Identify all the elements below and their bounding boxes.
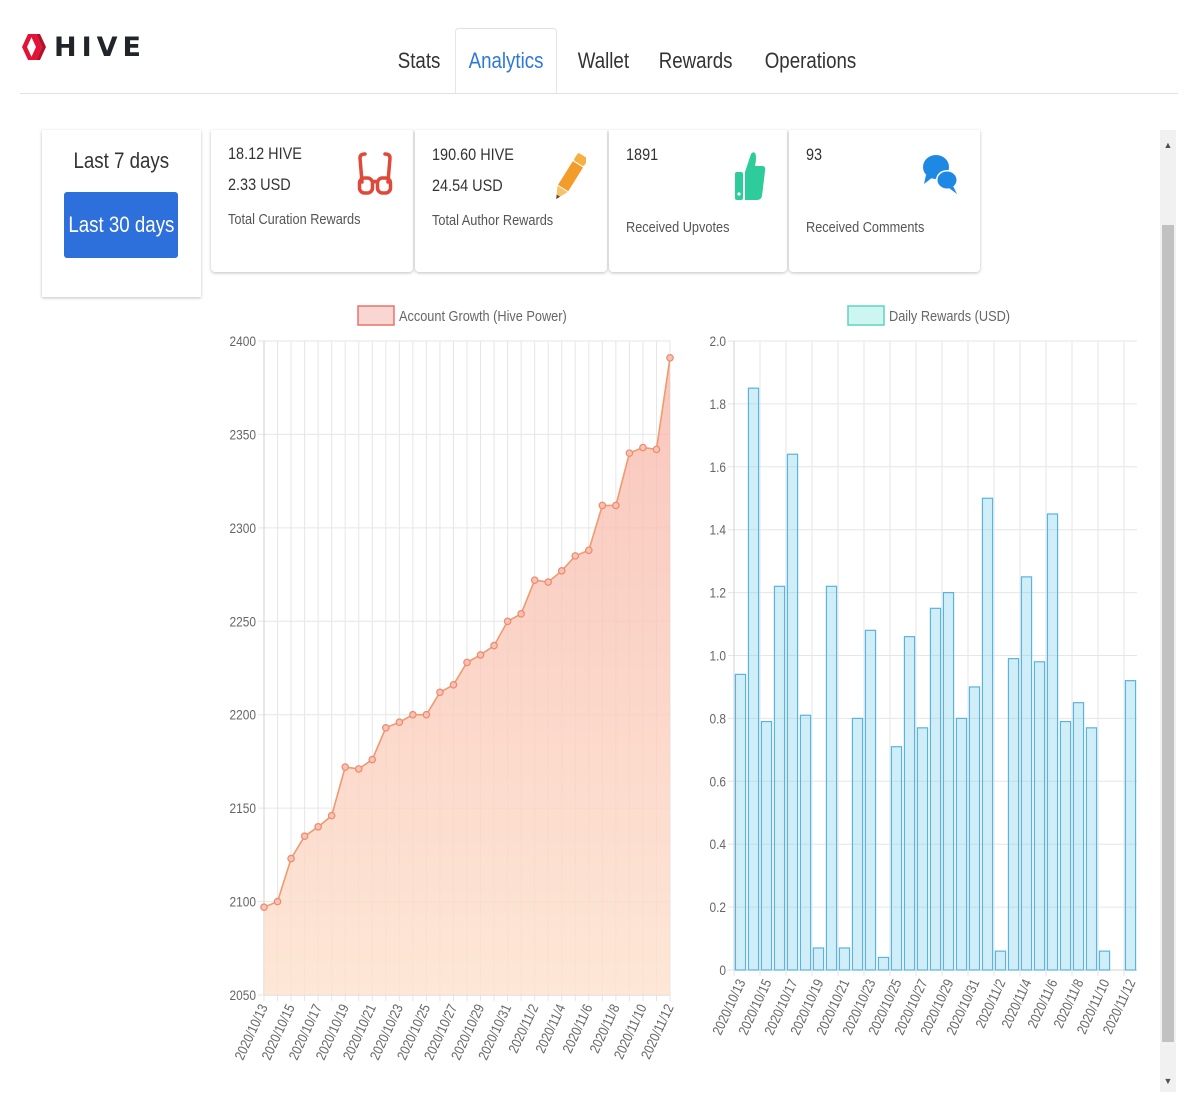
data-point bbox=[354, 765, 363, 773]
data-point bbox=[598, 501, 607, 510]
bar bbox=[1124, 680, 1137, 971]
data-point bbox=[327, 811, 336, 820]
data-point bbox=[395, 718, 404, 726]
daily-rewards-chart: Daily Rewards (USD) 0 0.2 0.4 0.6 0.8 1.0 1.2 1.… bbox=[709, 305, 1139, 1037]
y-tick-label: 2050 bbox=[230, 987, 256, 1003]
y-tick-label: 2.0 bbox=[709, 333, 726, 349]
legend-label: Account Growth (Hive Power) bbox=[399, 307, 567, 324]
y-tick-label: 0.6 bbox=[709, 773, 726, 789]
bar bbox=[1098, 950, 1111, 971]
bar bbox=[929, 607, 942, 971]
bar bbox=[799, 714, 812, 971]
y-tick-label: 2350 bbox=[230, 426, 256, 442]
bar bbox=[760, 720, 773, 971]
y-tick-label: 2150 bbox=[230, 800, 256, 816]
bar bbox=[1085, 727, 1098, 971]
charts-canvas: Account Growth (Hive Power) 2050 2100 2150 2… bbox=[230, 305, 1139, 1062]
data-point bbox=[260, 903, 268, 911]
data-point bbox=[612, 501, 620, 510]
y-tick-label: 2400 bbox=[230, 333, 256, 349]
legend-swatch bbox=[357, 305, 395, 326]
y-tick-label: 0.4 bbox=[709, 836, 726, 852]
data-point bbox=[652, 445, 661, 454]
data-point bbox=[639, 443, 647, 452]
data-point bbox=[666, 354, 674, 362]
data-point bbox=[571, 552, 580, 560]
data-point bbox=[273, 897, 282, 906]
data-point bbox=[300, 832, 309, 840]
y-tick-label: 2100 bbox=[230, 894, 256, 910]
bar bbox=[981, 497, 994, 971]
data-point bbox=[341, 763, 350, 771]
bar bbox=[773, 585, 786, 971]
data-point bbox=[368, 755, 377, 764]
bar bbox=[942, 591, 955, 971]
y-tick-label: 0 bbox=[719, 962, 726, 978]
bar bbox=[877, 956, 890, 971]
data-point bbox=[422, 710, 431, 719]
data-point bbox=[409, 710, 417, 719]
bar bbox=[1059, 720, 1072, 971]
y-tick-label: 1.0 bbox=[709, 648, 726, 664]
data-point bbox=[503, 617, 512, 626]
bar bbox=[955, 717, 968, 971]
data-point bbox=[530, 576, 539, 584]
legend-swatch bbox=[847, 305, 885, 326]
data-point bbox=[625, 449, 634, 457]
y-tick-label: 0.8 bbox=[709, 710, 726, 726]
data-point bbox=[476, 651, 485, 659]
bar bbox=[1033, 661, 1046, 971]
bar bbox=[747, 387, 760, 971]
bar bbox=[1007, 658, 1020, 971]
data-point bbox=[436, 688, 444, 697]
y-tick-label: 1.8 bbox=[709, 396, 726, 412]
bar bbox=[864, 629, 877, 971]
bar bbox=[1072, 702, 1085, 971]
data-point bbox=[517, 610, 525, 618]
data-point bbox=[449, 681, 458, 689]
y-tick-label: 2250 bbox=[230, 613, 256, 629]
data-point bbox=[287, 854, 295, 863]
scroll-up-arrow[interactable]: ▲ bbox=[1160, 136, 1176, 154]
data-point bbox=[463, 658, 471, 667]
bar bbox=[890, 746, 903, 971]
data-point bbox=[381, 723, 390, 732]
y-tick-label: 1.4 bbox=[709, 522, 726, 538]
bar bbox=[734, 673, 747, 971]
legend-label: Daily Rewards (USD) bbox=[889, 307, 1010, 324]
bar bbox=[825, 585, 838, 971]
bar bbox=[1046, 513, 1059, 971]
bar bbox=[851, 717, 864, 971]
data-point bbox=[544, 578, 553, 586]
bar bbox=[838, 947, 851, 971]
data-point bbox=[584, 546, 593, 555]
y-tick-label: 1.2 bbox=[709, 585, 726, 601]
y-tick-label: 2300 bbox=[230, 520, 256, 536]
scroll-down-arrow[interactable]: ▼ bbox=[1160, 1072, 1176, 1090]
bar bbox=[1020, 576, 1033, 971]
data-point bbox=[490, 641, 498, 650]
y-tick-label: 1.6 bbox=[709, 459, 726, 475]
data-point bbox=[557, 567, 566, 575]
data-point bbox=[314, 823, 322, 831]
y-tick-label: 0.2 bbox=[709, 899, 726, 915]
bar bbox=[786, 453, 799, 971]
y-tick-label: 2200 bbox=[230, 707, 256, 723]
bar bbox=[812, 947, 825, 971]
bar bbox=[903, 636, 916, 971]
bar bbox=[994, 950, 1007, 971]
account-growth-chart: Account Growth (Hive Power) 2050 2100 2150 2… bbox=[230, 305, 677, 1062]
bar bbox=[968, 686, 981, 971]
scrollbar-thumb[interactable] bbox=[1162, 225, 1174, 1042]
bar bbox=[916, 727, 929, 971]
